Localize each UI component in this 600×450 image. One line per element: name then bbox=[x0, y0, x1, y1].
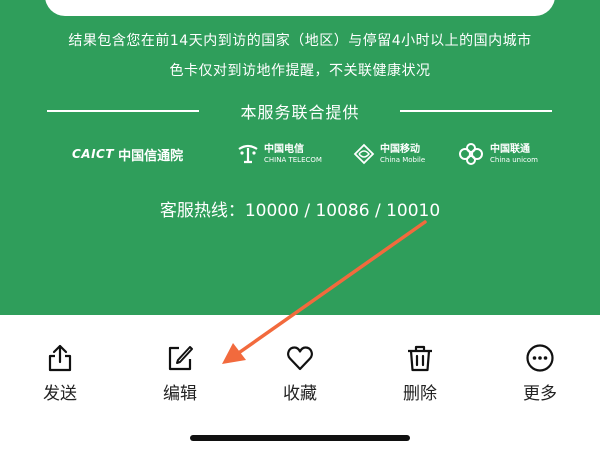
china-unicom-name: 中国联通 bbox=[490, 143, 530, 155]
health-code-panel: 结果包含您在前14天内到访的国家（地区）与停留4小时以上的国内城市 色卡仅对到访… bbox=[0, 0, 600, 315]
china-telecom-en: CHINA TELECOM bbox=[264, 155, 322, 164]
china-mobile-icon bbox=[352, 142, 376, 166]
edit-label: 编辑 bbox=[163, 384, 197, 404]
delete-label: 删除 bbox=[403, 384, 437, 404]
more-label: 更多 bbox=[523, 384, 557, 404]
send-label: 发送 bbox=[43, 384, 77, 404]
favorite-button[interactable]: 收藏 bbox=[265, 343, 335, 404]
china-telecom-icon bbox=[236, 142, 260, 166]
caict-name: 中国信通院 bbox=[118, 148, 184, 164]
china-unicom-icon bbox=[456, 142, 486, 166]
more-button[interactable]: 更多 bbox=[505, 343, 575, 404]
result-note: 结果包含您在前14天内到访的国家（地区）与停留4小时以上的国内城市 bbox=[68, 33, 532, 49]
edit-icon bbox=[168, 346, 193, 371]
heart-icon bbox=[287, 346, 313, 371]
more-icon bbox=[526, 344, 554, 372]
home-indicator[interactable] bbox=[190, 435, 410, 441]
code-card-bottom bbox=[45, 0, 555, 16]
delete-button[interactable]: 删除 bbox=[385, 343, 455, 404]
provider-logos: CAICT 中国信通院 中国电信 CHINA TELECOM 中国移动 Chin… bbox=[0, 140, 600, 168]
share-icon bbox=[48, 344, 72, 372]
provided-by-divider: 本服务联合提供 bbox=[0, 99, 600, 122]
caict-logo: CAICT 中国信通院 bbox=[72, 140, 183, 168]
china-mobile-en: China Mobile bbox=[380, 155, 426, 164]
china-mobile-logo: 中国移动 China Mobile bbox=[352, 140, 425, 168]
china-telecom-logo: 中国电信 CHINA TELECOM bbox=[236, 140, 322, 168]
trash-icon bbox=[408, 345, 432, 372]
send-button[interactable]: 发送 bbox=[25, 343, 95, 404]
china-unicom-logo: 中国联通 China unicom bbox=[456, 140, 538, 168]
customer-service-hotline: 客服热线：10000 / 10086 / 10010 bbox=[159, 201, 441, 221]
china-unicom-en: China unicom bbox=[490, 155, 538, 164]
caict-wordmark: CAICT bbox=[72, 147, 115, 161]
edit-button[interactable]: 编辑 bbox=[145, 343, 215, 404]
bottom-toolbar: 发送 编辑 收藏 删除 更多 bbox=[0, 315, 600, 450]
color-card-note: 色卡仅对到访地作提醒，不关联健康状况 bbox=[169, 63, 431, 79]
china-telecom-name: 中国电信 bbox=[264, 143, 304, 155]
china-mobile-name: 中国移动 bbox=[380, 143, 420, 155]
divider-line-right bbox=[400, 110, 552, 112]
favorite-label: 收藏 bbox=[283, 384, 317, 404]
